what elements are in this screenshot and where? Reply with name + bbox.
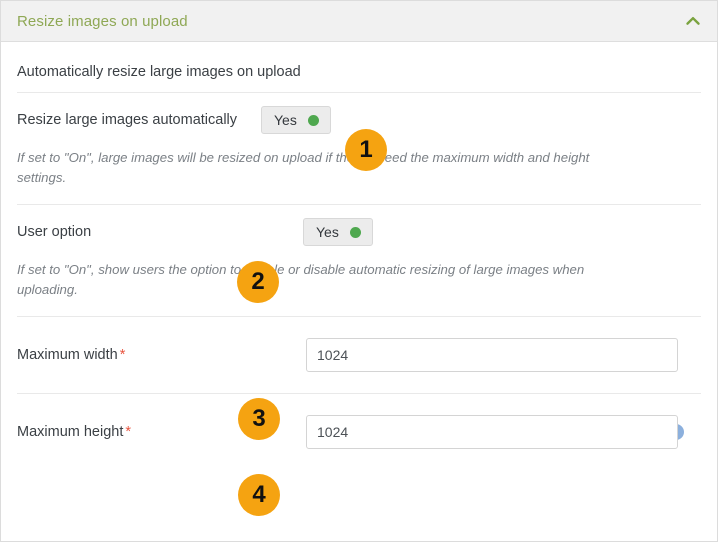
field-control: Yes xyxy=(261,106,701,134)
section-heading: Automatically resize large images on upl… xyxy=(17,64,301,80)
field-label: Maximum width * xyxy=(17,346,261,364)
toggle-value-label: Yes xyxy=(274,112,297,128)
help-text-user-option: If set to "On", show users the option to… xyxy=(17,262,585,297)
panel-header-resize-images-on-upload[interactable]: Resize images on upload xyxy=(1,1,717,42)
callout-badge-1: 1 xyxy=(345,129,387,171)
resize-images-panel: Resize images on upload Automatically re… xyxy=(0,0,718,542)
callout-badge-2: 2 xyxy=(237,261,279,303)
help-text-resize-large-images-automatically: If set to "On", large images will be res… xyxy=(17,150,590,185)
field-row-maximum-height: Maximum height * xyxy=(1,394,717,470)
toggle-value-label: Yes xyxy=(316,224,339,240)
chevron-up-icon[interactable] xyxy=(683,11,703,31)
maximum-width-input[interactable] xyxy=(306,338,678,372)
callout-badge-4: 4 xyxy=(238,474,280,516)
panel-body: Automatically resize large images on upl… xyxy=(1,42,717,470)
field-label-text: Maximum height xyxy=(17,424,124,440)
field-control xyxy=(261,338,701,372)
field-row-user-option: User option Yes xyxy=(1,205,717,259)
panel-title: Resize images on upload xyxy=(17,12,188,30)
heading-spacer xyxy=(1,82,717,92)
callout-badge-3: 3 xyxy=(238,398,280,440)
toggle-user-option[interactable]: Yes xyxy=(303,218,373,246)
required-indicator: * xyxy=(125,424,132,440)
toggle-status-dot-icon xyxy=(307,114,319,126)
toggle-resize-large-images-automatically[interactable]: Yes xyxy=(261,106,331,134)
field-label: Resize large images automatically xyxy=(17,111,261,129)
maximum-height-input[interactable] xyxy=(306,415,678,449)
field-label: User option xyxy=(17,223,261,241)
toggle-status-dot-icon xyxy=(349,226,361,238)
required-indicator: * xyxy=(119,347,126,363)
field-control: Yes xyxy=(261,218,701,246)
field-label: Maximum height * xyxy=(17,423,261,441)
field-row-maximum-width: Maximum width * xyxy=(1,317,717,393)
field-label-text: Maximum width xyxy=(17,347,118,363)
field-label-text: Resize large images automatically xyxy=(17,112,238,128)
field-control xyxy=(261,415,701,449)
field-label-text: User option xyxy=(17,224,92,240)
